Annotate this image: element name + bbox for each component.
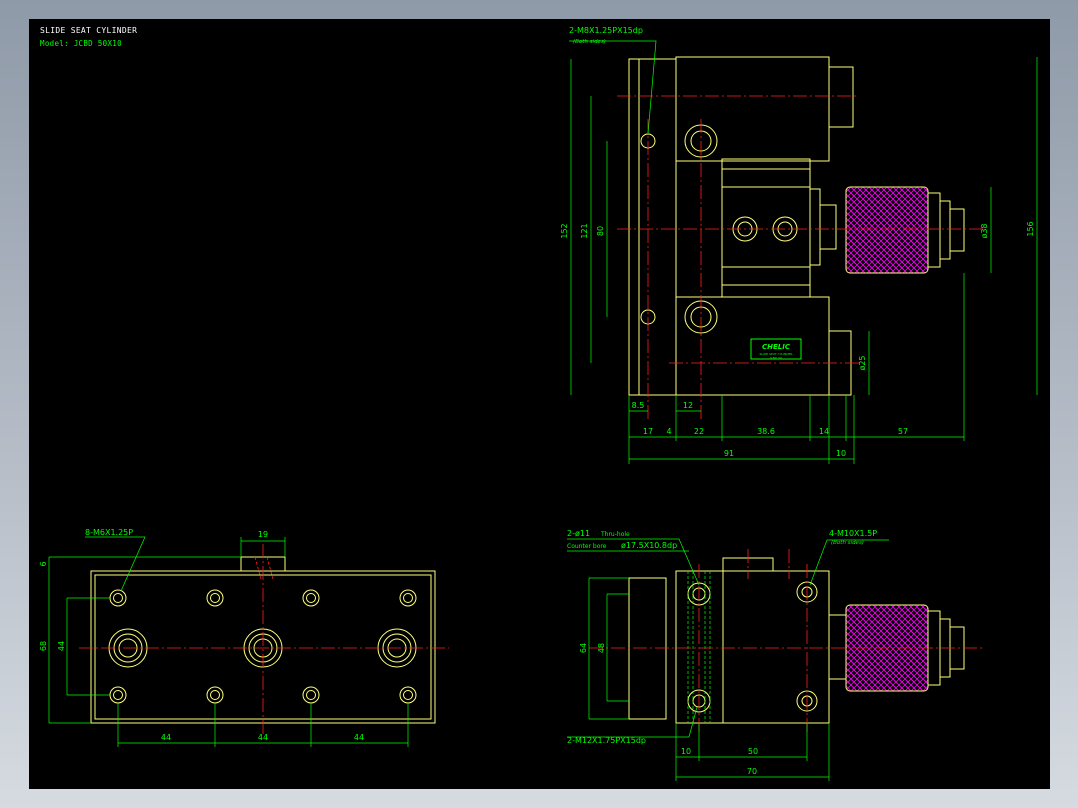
plan-dim-19: 19 [258, 530, 268, 539]
front-lower-block [675, 296, 830, 396]
brand-sub2: JCBD 50 [769, 356, 782, 360]
side-tap-sides: (Both sides) [831, 540, 864, 546]
side-dim-10: 10 [681, 747, 691, 756]
dim-17: 17 [643, 427, 653, 436]
dim-4: 4 [666, 427, 671, 436]
side-tap-callout: 4-M10X1.5P [829, 529, 877, 538]
side-dim-50: 50 [748, 747, 758, 756]
side-bottom-callout: 2-M12X1.75PX15dp [567, 736, 646, 745]
dim-91: 91 [724, 449, 734, 458]
dim-12: 12 [683, 401, 693, 410]
side-hole-callout: 2-ø11 [567, 529, 590, 538]
plan-dim-44-c: 44 [354, 733, 364, 742]
front-sides-note: (Both sides) [573, 39, 606, 45]
brand-name: CHELIC [762, 343, 791, 351]
front-thread-callout: 2-M8X1.25PX15dp [569, 26, 643, 35]
cad-drawing: CHELIC SLIDE SEAT CYLINDER JCBD 50 2-M8X… [39, 26, 1038, 781]
application-frame: SLIDE SEAT CYLINDER Model: JCBD 50X10 CH… [0, 0, 1078, 808]
front-upper-block [675, 56, 830, 162]
dim-25-dia: ø25 [858, 355, 867, 370]
side-hole-note: Thru-hole [600, 531, 630, 538]
side-cbore-callout: ø17.5X10.8dp [621, 541, 677, 550]
plan-dim-44-b: 44 [258, 733, 268, 742]
plan-dim-44-vertical: 44 [57, 641, 66, 651]
front-base-plate [628, 58, 677, 396]
side-end-plate [628, 577, 667, 720]
front-view [628, 56, 965, 396]
dim-152: 152 [560, 223, 569, 238]
dim-8-5: 8.5 [632, 401, 645, 410]
dim-14: 14 [819, 427, 829, 436]
drawing-canvas[interactable]: SLIDE SEAT CYLINDER Model: JCBD 50X10 CH… [29, 19, 1050, 789]
dim-38-6: 38.6 [757, 427, 775, 436]
plan-dimensions [48, 536, 409, 747]
dim-38-dia: ø38 [980, 223, 989, 238]
front-knurled-knob [845, 186, 929, 274]
side-view [628, 557, 965, 724]
front-centerlines [617, 95, 984, 419]
side-cbore-label: Counter bore [567, 543, 607, 550]
dim-22: 22 [694, 427, 704, 436]
plan-dim-44-a: 44 [161, 733, 171, 742]
side-dim-48: 48 [597, 643, 606, 653]
side-dim-64: 64 [579, 643, 588, 653]
side-dim-70: 70 [747, 767, 757, 776]
dim-57: 57 [898, 427, 908, 436]
plan-dim-6: 6 [39, 561, 48, 566]
dim-80: 80 [596, 226, 605, 236]
dim-156: 156 [1026, 221, 1035, 236]
plan-thread-callout: 8-M6X1.25P [85, 528, 133, 537]
plan-dim-68: 68 [39, 641, 48, 651]
dim-10: 10 [836, 449, 846, 458]
dim-121: 121 [580, 223, 589, 238]
